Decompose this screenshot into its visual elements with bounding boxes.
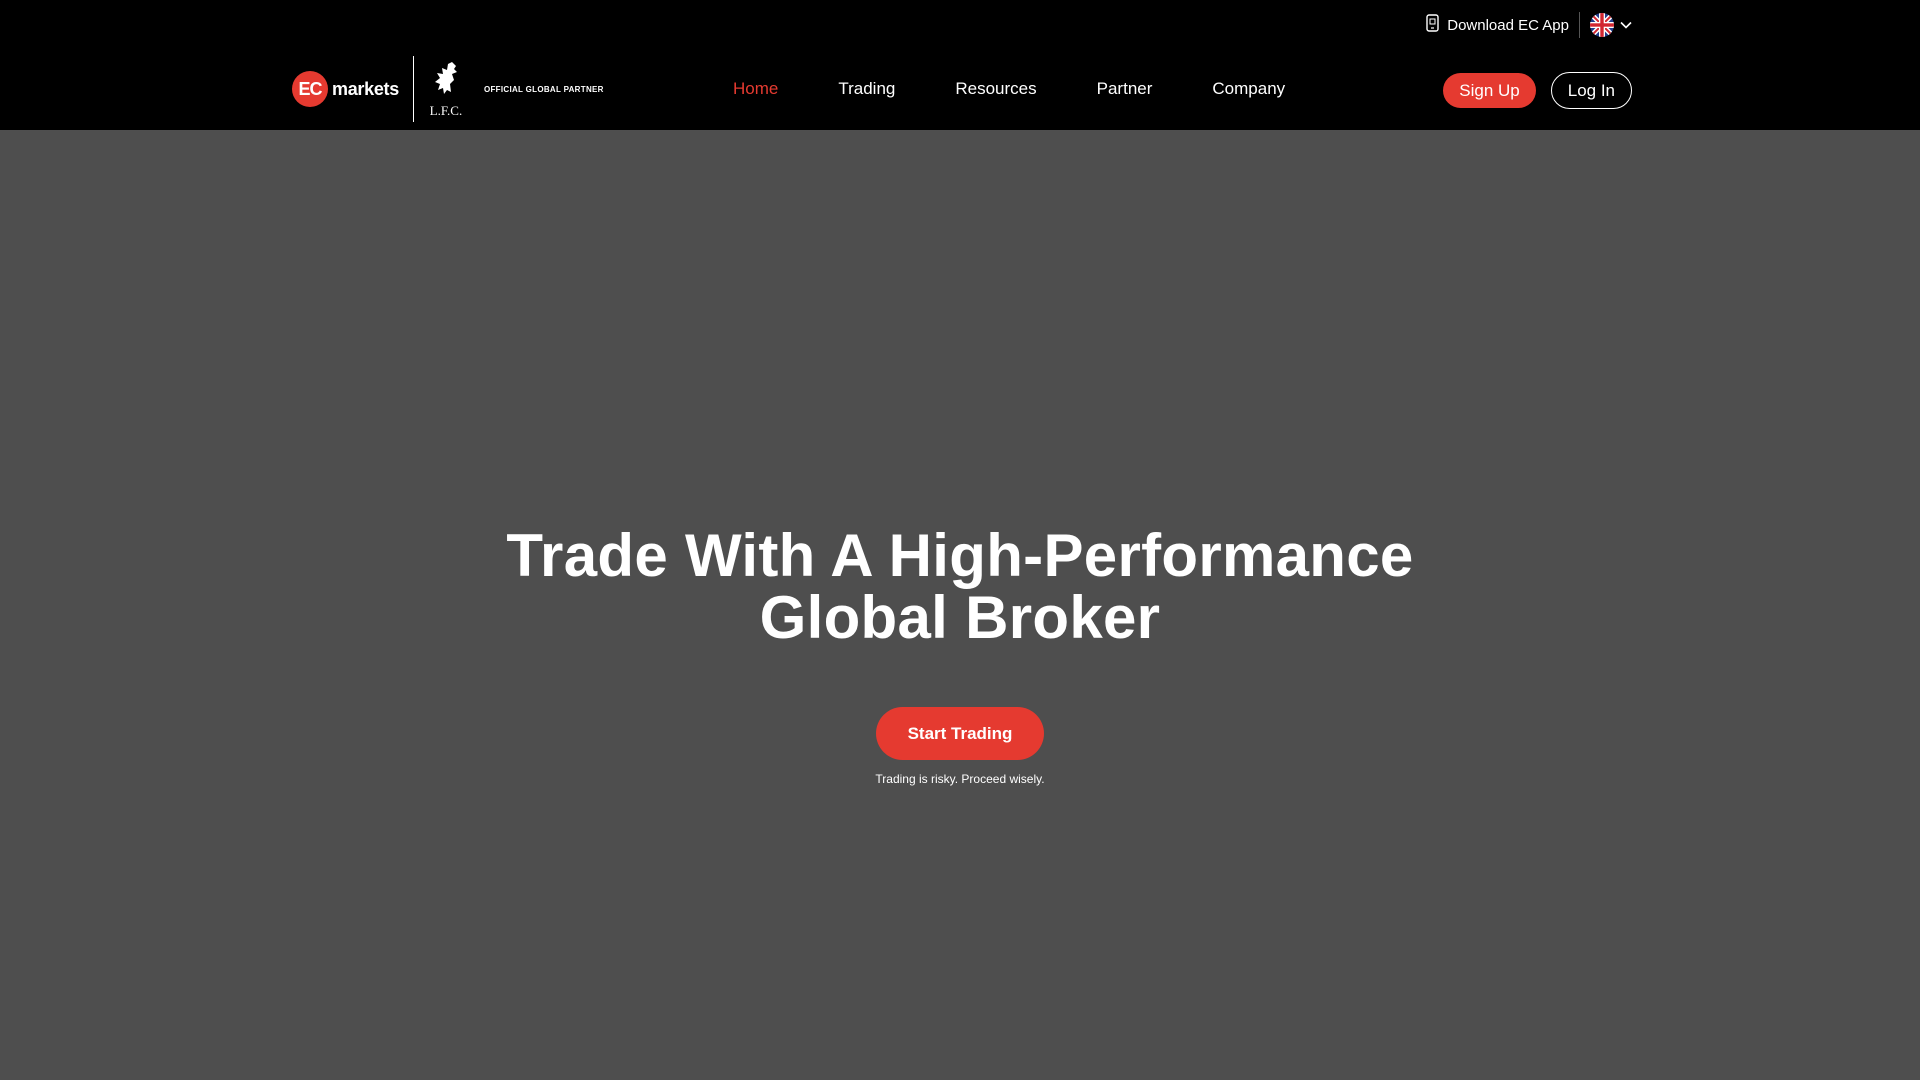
topbar: Download EC App bbox=[1426, 12, 1632, 38]
topbar-divider bbox=[1579, 12, 1580, 38]
hero-section: Trade With A High-Performance Global Bro… bbox=[0, 130, 1920, 1080]
liverbird-icon bbox=[430, 60, 462, 105]
hero-title-line1: Trade With A High-Performance bbox=[506, 522, 1414, 589]
hero-title-line2: Global Broker bbox=[759, 584, 1161, 651]
nav-item-partner[interactable]: Partner bbox=[1097, 79, 1153, 99]
main-navbar: EC markets L.F.C. OFFICIAL GLOBAL PARTNE… bbox=[0, 52, 1920, 126]
ec-badge: EC bbox=[292, 71, 328, 107]
risk-disclaimer: Trading is risky. Proceed wisely. bbox=[875, 772, 1045, 786]
chevron-down-icon bbox=[1620, 16, 1632, 34]
nav-item-company[interactable]: Company bbox=[1212, 79, 1285, 99]
nav-menu: Home Trading Resources Partner Company bbox=[733, 52, 1285, 126]
ec-markets-logo: EC markets bbox=[292, 71, 399, 107]
lfc-text: L.F.C. bbox=[429, 102, 463, 118]
download-app-link[interactable]: Download EC App bbox=[1426, 14, 1569, 36]
sign-up-button[interactable]: Sign Up bbox=[1443, 73, 1536, 108]
log-in-button[interactable]: Log In bbox=[1550, 72, 1632, 109]
hero-title: Trade With A High-Performance Global Bro… bbox=[0, 525, 1920, 649]
ec-wordmark: markets bbox=[332, 78, 399, 99]
page: Download EC App EC markets L.F.C. OFFICI… bbox=[0, 0, 1920, 1080]
download-app-label: Download EC App bbox=[1447, 16, 1569, 34]
lfc-crest: L.F.C. bbox=[428, 60, 464, 119]
nav-item-home[interactable]: Home bbox=[733, 79, 778, 99]
start-trading-button[interactable]: Start Trading bbox=[876, 707, 1044, 760]
site-header: Download EC App EC markets L.F.C. OFFICI… bbox=[0, 0, 1920, 130]
nav-item-resources[interactable]: Resources bbox=[955, 79, 1036, 99]
nav-item-trading[interactable]: Trading bbox=[838, 79, 895, 99]
auth-buttons: Sign Up Log In bbox=[1443, 72, 1632, 109]
partner-text: OFFICIAL GLOBAL PARTNER bbox=[483, 84, 604, 94]
brand-divider bbox=[412, 56, 414, 122]
language-selector[interactable] bbox=[1590, 13, 1632, 37]
uk-flag-icon bbox=[1590, 13, 1614, 37]
brand[interactable]: EC markets L.F.C. OFFICIAL GLOBAL PARTNE… bbox=[292, 56, 604, 122]
phone-icon bbox=[1426, 14, 1439, 36]
